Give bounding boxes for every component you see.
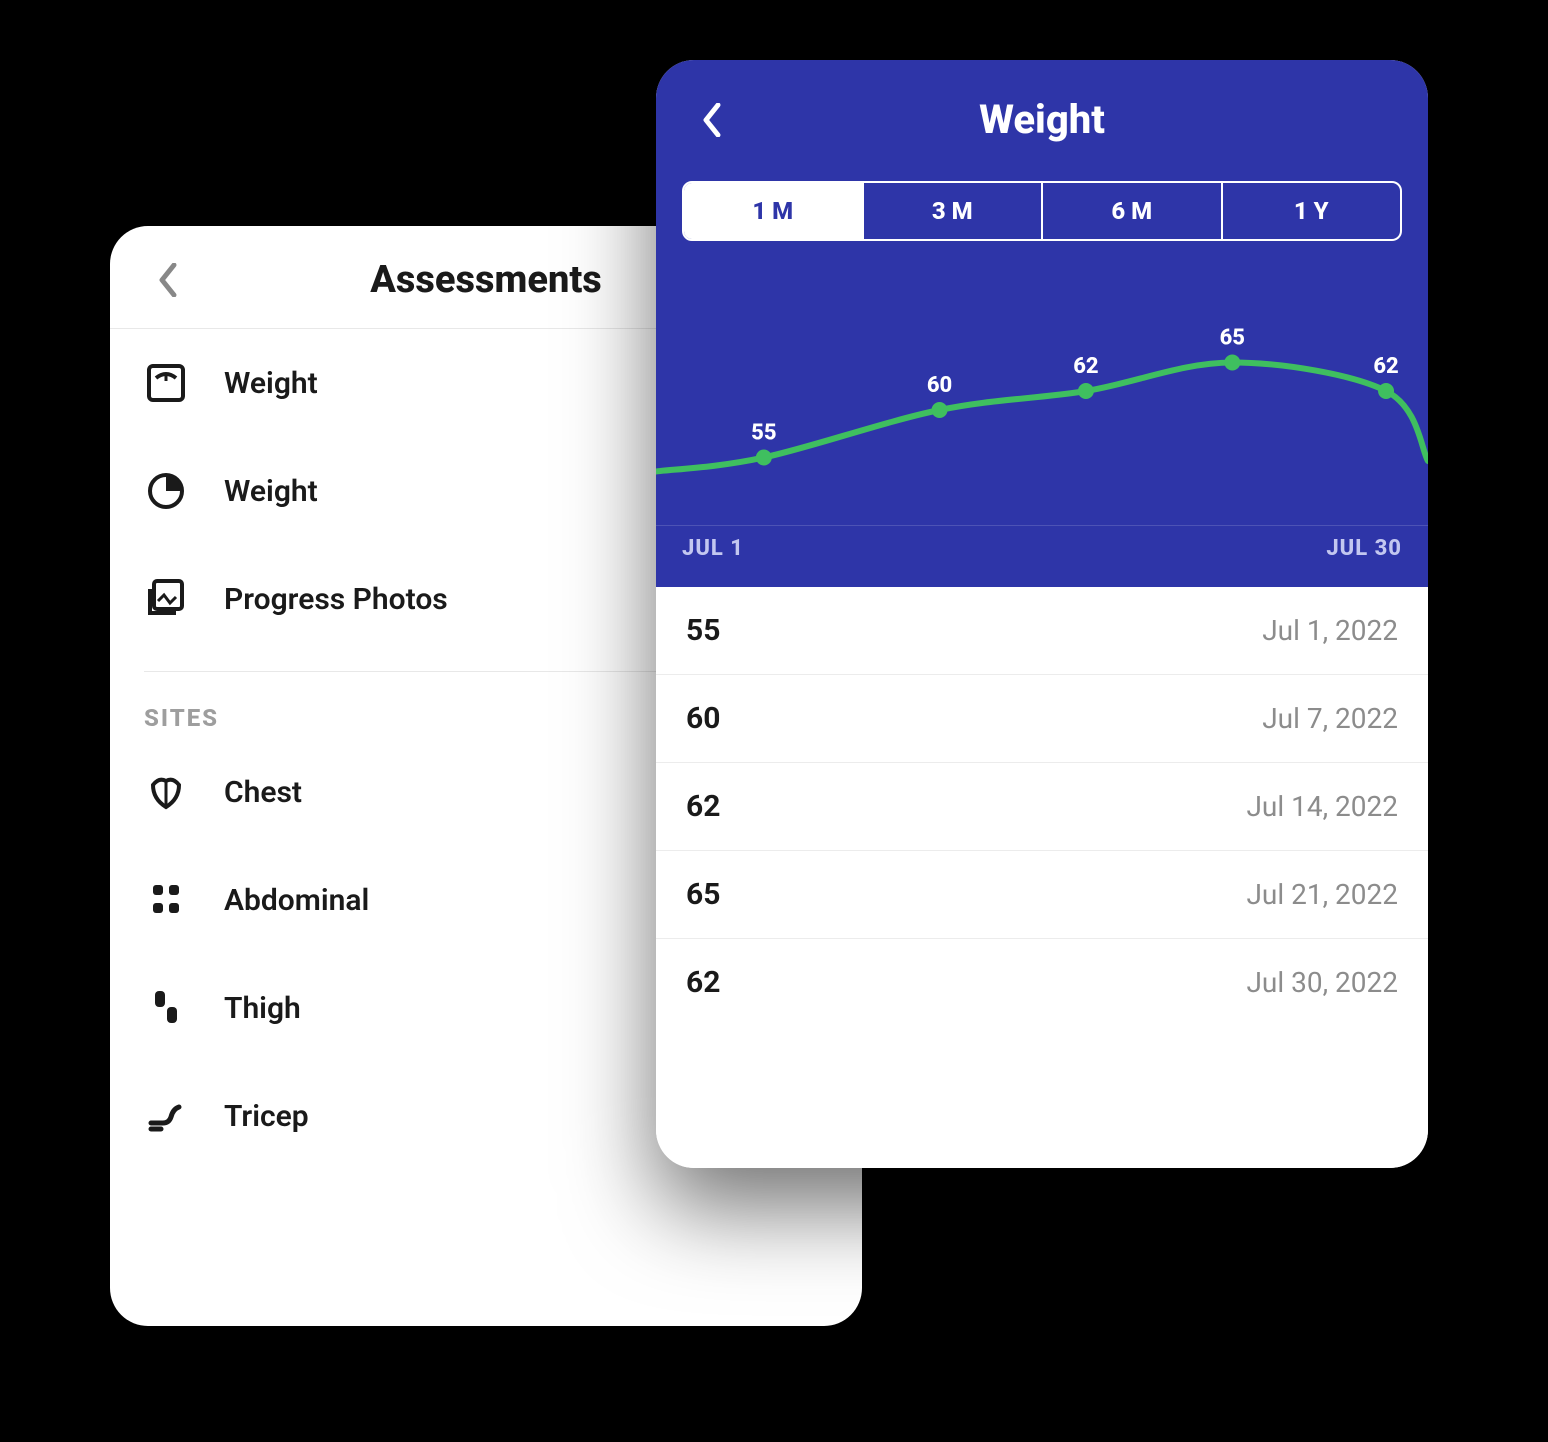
entry-value: 62 xyxy=(686,965,720,1000)
page-title: Weight xyxy=(690,96,1394,143)
svg-text:60: 60 xyxy=(927,373,952,398)
svg-text:55: 55 xyxy=(751,421,776,446)
weight-detail-header-panel: Weight 1 M 3 M 6 M 1 Y 55 60 62 65 62 JUL 1 … xyxy=(656,60,1428,587)
list-item-label: Progress Photos xyxy=(224,582,448,617)
tricep-icon xyxy=(144,1094,188,1138)
list-item-label: Chest xyxy=(224,775,302,810)
entry-date: Jul 30, 2022 xyxy=(1246,966,1398,999)
range-1m[interactable]: 1 M xyxy=(684,183,864,239)
range-segmented-control: 1 M 3 M 6 M 1 Y xyxy=(682,181,1402,241)
abdominal-icon xyxy=(144,878,188,922)
entry-value: 60 xyxy=(686,701,720,736)
thigh-icon xyxy=(144,986,188,1030)
photos-icon xyxy=(144,577,188,621)
entry-date: Jul 14, 2022 xyxy=(1246,790,1398,823)
weight-entry[interactable]: 60 Jul 7, 2022 xyxy=(656,675,1428,763)
chest-icon xyxy=(144,770,188,814)
weight-detail-header: Weight xyxy=(656,60,1428,167)
chart-date-range: JUL 1 JUL 30 xyxy=(656,525,1428,587)
chart-start-date: JUL 1 xyxy=(682,536,744,561)
list-item-label: Thigh xyxy=(224,991,301,1026)
list-item-label: Weight xyxy=(224,366,318,401)
scale-icon xyxy=(144,361,188,405)
entry-value: 62 xyxy=(686,789,720,824)
chart-end-date: JUL 30 xyxy=(1326,536,1402,561)
entry-date: Jul 21, 2022 xyxy=(1246,878,1398,911)
entry-value: 55 xyxy=(686,613,720,648)
piechart-icon xyxy=(144,469,188,513)
weight-entry[interactable]: 55 Jul 1, 2022 xyxy=(656,587,1428,675)
entry-date: Jul 1, 2022 xyxy=(1262,614,1398,647)
weight-detail-card: Weight 1 M 3 M 6 M 1 Y 55 60 62 65 62 JUL 1 … xyxy=(656,60,1428,1168)
range-6m[interactable]: 6 M xyxy=(1043,183,1223,239)
svg-text:62: 62 xyxy=(1373,354,1398,379)
list-item-label: Tricep xyxy=(224,1099,309,1134)
weight-chart: 55 60 62 65 62 xyxy=(656,265,1428,525)
weight-entry[interactable]: 62 Jul 14, 2022 xyxy=(656,763,1428,851)
weight-entry[interactable]: 62 Jul 30, 2022 xyxy=(656,939,1428,1026)
list-item-label: Abdominal xyxy=(224,883,369,918)
svg-text:65: 65 xyxy=(1220,326,1245,351)
weight-entries-list: 55 Jul 1, 2022 60 Jul 7, 2022 62 Jul 14,… xyxy=(656,587,1428,1168)
entry-date: Jul 7, 2022 xyxy=(1262,702,1398,735)
list-item-label: Weight xyxy=(224,474,318,509)
svg-text:62: 62 xyxy=(1073,354,1098,379)
weight-entry[interactable]: 65 Jul 21, 2022 xyxy=(656,851,1428,939)
entry-value: 65 xyxy=(686,877,720,912)
range-1y[interactable]: 1 Y xyxy=(1223,183,1401,239)
range-3m[interactable]: 3 M xyxy=(864,183,1044,239)
